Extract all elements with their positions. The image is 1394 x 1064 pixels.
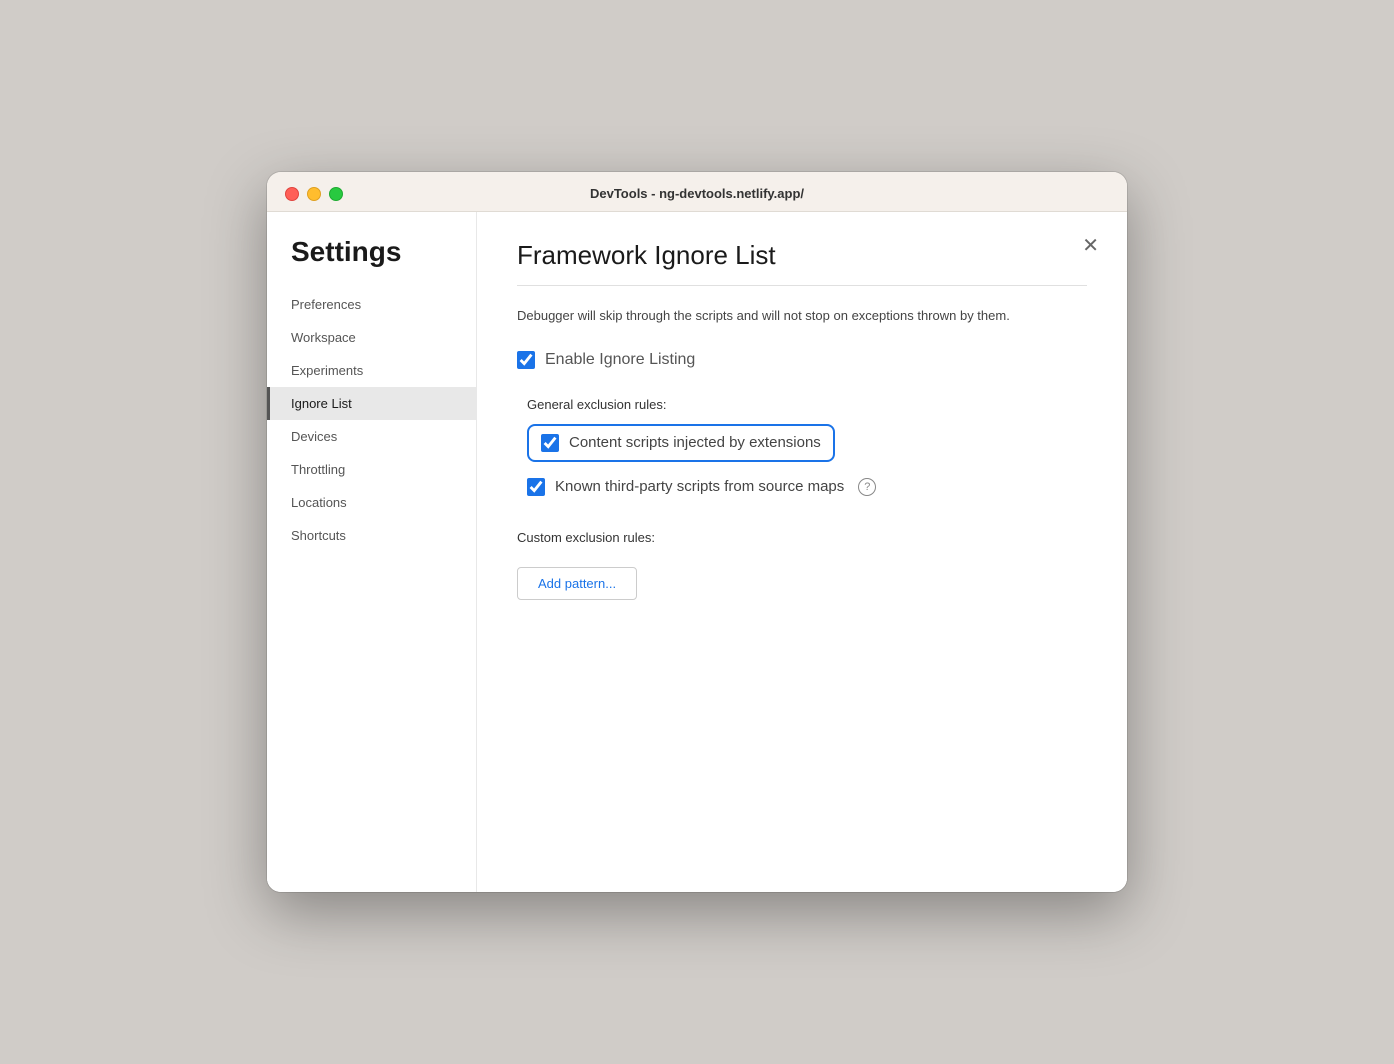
known-scripts-label[interactable]: Known third-party scripts from source ma…: [555, 478, 844, 495]
titlebar: DevTools - ng-devtools.netlify.app/: [267, 172, 1127, 212]
known-scripts-checkbox[interactable]: [527, 478, 545, 496]
traffic-lights: [285, 187, 343, 201]
main-content: ✕ Framework Ignore List Debugger will sk…: [477, 212, 1127, 892]
title-divider: [517, 285, 1087, 286]
sidebar-item-workspace[interactable]: Workspace: [267, 321, 476, 354]
window-body: Settings Preferences Workspace Experimen…: [267, 212, 1127, 892]
sidebar-item-experiments[interactable]: Experiments: [267, 354, 476, 387]
close-traffic-light[interactable]: [285, 187, 299, 201]
sidebar-item-preferences[interactable]: Preferences: [267, 288, 476, 321]
minimize-traffic-light[interactable]: [307, 187, 321, 201]
sidebar-item-throttling[interactable]: Throttling: [267, 453, 476, 486]
general-exclusion-section: General exclusion rules: Content scripts…: [527, 397, 1087, 502]
content-scripts-row: Content scripts injected by extensions: [527, 424, 835, 462]
sidebar: Settings Preferences Workspace Experimen…: [267, 212, 477, 892]
sidebar-heading: Settings: [267, 236, 476, 288]
known-scripts-row: Known third-party scripts from source ma…: [527, 472, 1087, 502]
enable-ignore-label[interactable]: Enable Ignore Listing: [545, 351, 695, 369]
content-scripts-label[interactable]: Content scripts injected by extensions: [569, 434, 821, 451]
content-scripts-checkbox[interactable]: [541, 434, 559, 452]
sidebar-item-locations[interactable]: Locations: [267, 486, 476, 519]
close-button[interactable]: ✕: [1078, 232, 1103, 260]
enable-ignore-listing-row: Enable Ignore Listing: [517, 351, 1087, 369]
window-title: DevTools - ng-devtools.netlify.app/: [590, 186, 804, 201]
sidebar-item-ignore-list[interactable]: Ignore List: [267, 387, 476, 420]
page-title: Framework Ignore List: [517, 240, 1087, 271]
help-icon[interactable]: ?: [858, 478, 876, 496]
general-exclusion-label: General exclusion rules:: [527, 397, 1087, 412]
page-description: Debugger will skip through the scripts a…: [517, 306, 1077, 327]
custom-exclusion-label: Custom exclusion rules:: [517, 530, 1087, 545]
add-pattern-button[interactable]: Add pattern...: [517, 567, 637, 600]
sidebar-item-devices[interactable]: Devices: [267, 420, 476, 453]
custom-exclusion-section: Custom exclusion rules: Add pattern...: [517, 530, 1087, 600]
maximize-traffic-light[interactable]: [329, 187, 343, 201]
sidebar-item-shortcuts[interactable]: Shortcuts: [267, 519, 476, 552]
enable-ignore-checkbox[interactable]: [517, 351, 535, 369]
devtools-window: DevTools - ng-devtools.netlify.app/ Sett…: [267, 172, 1127, 892]
